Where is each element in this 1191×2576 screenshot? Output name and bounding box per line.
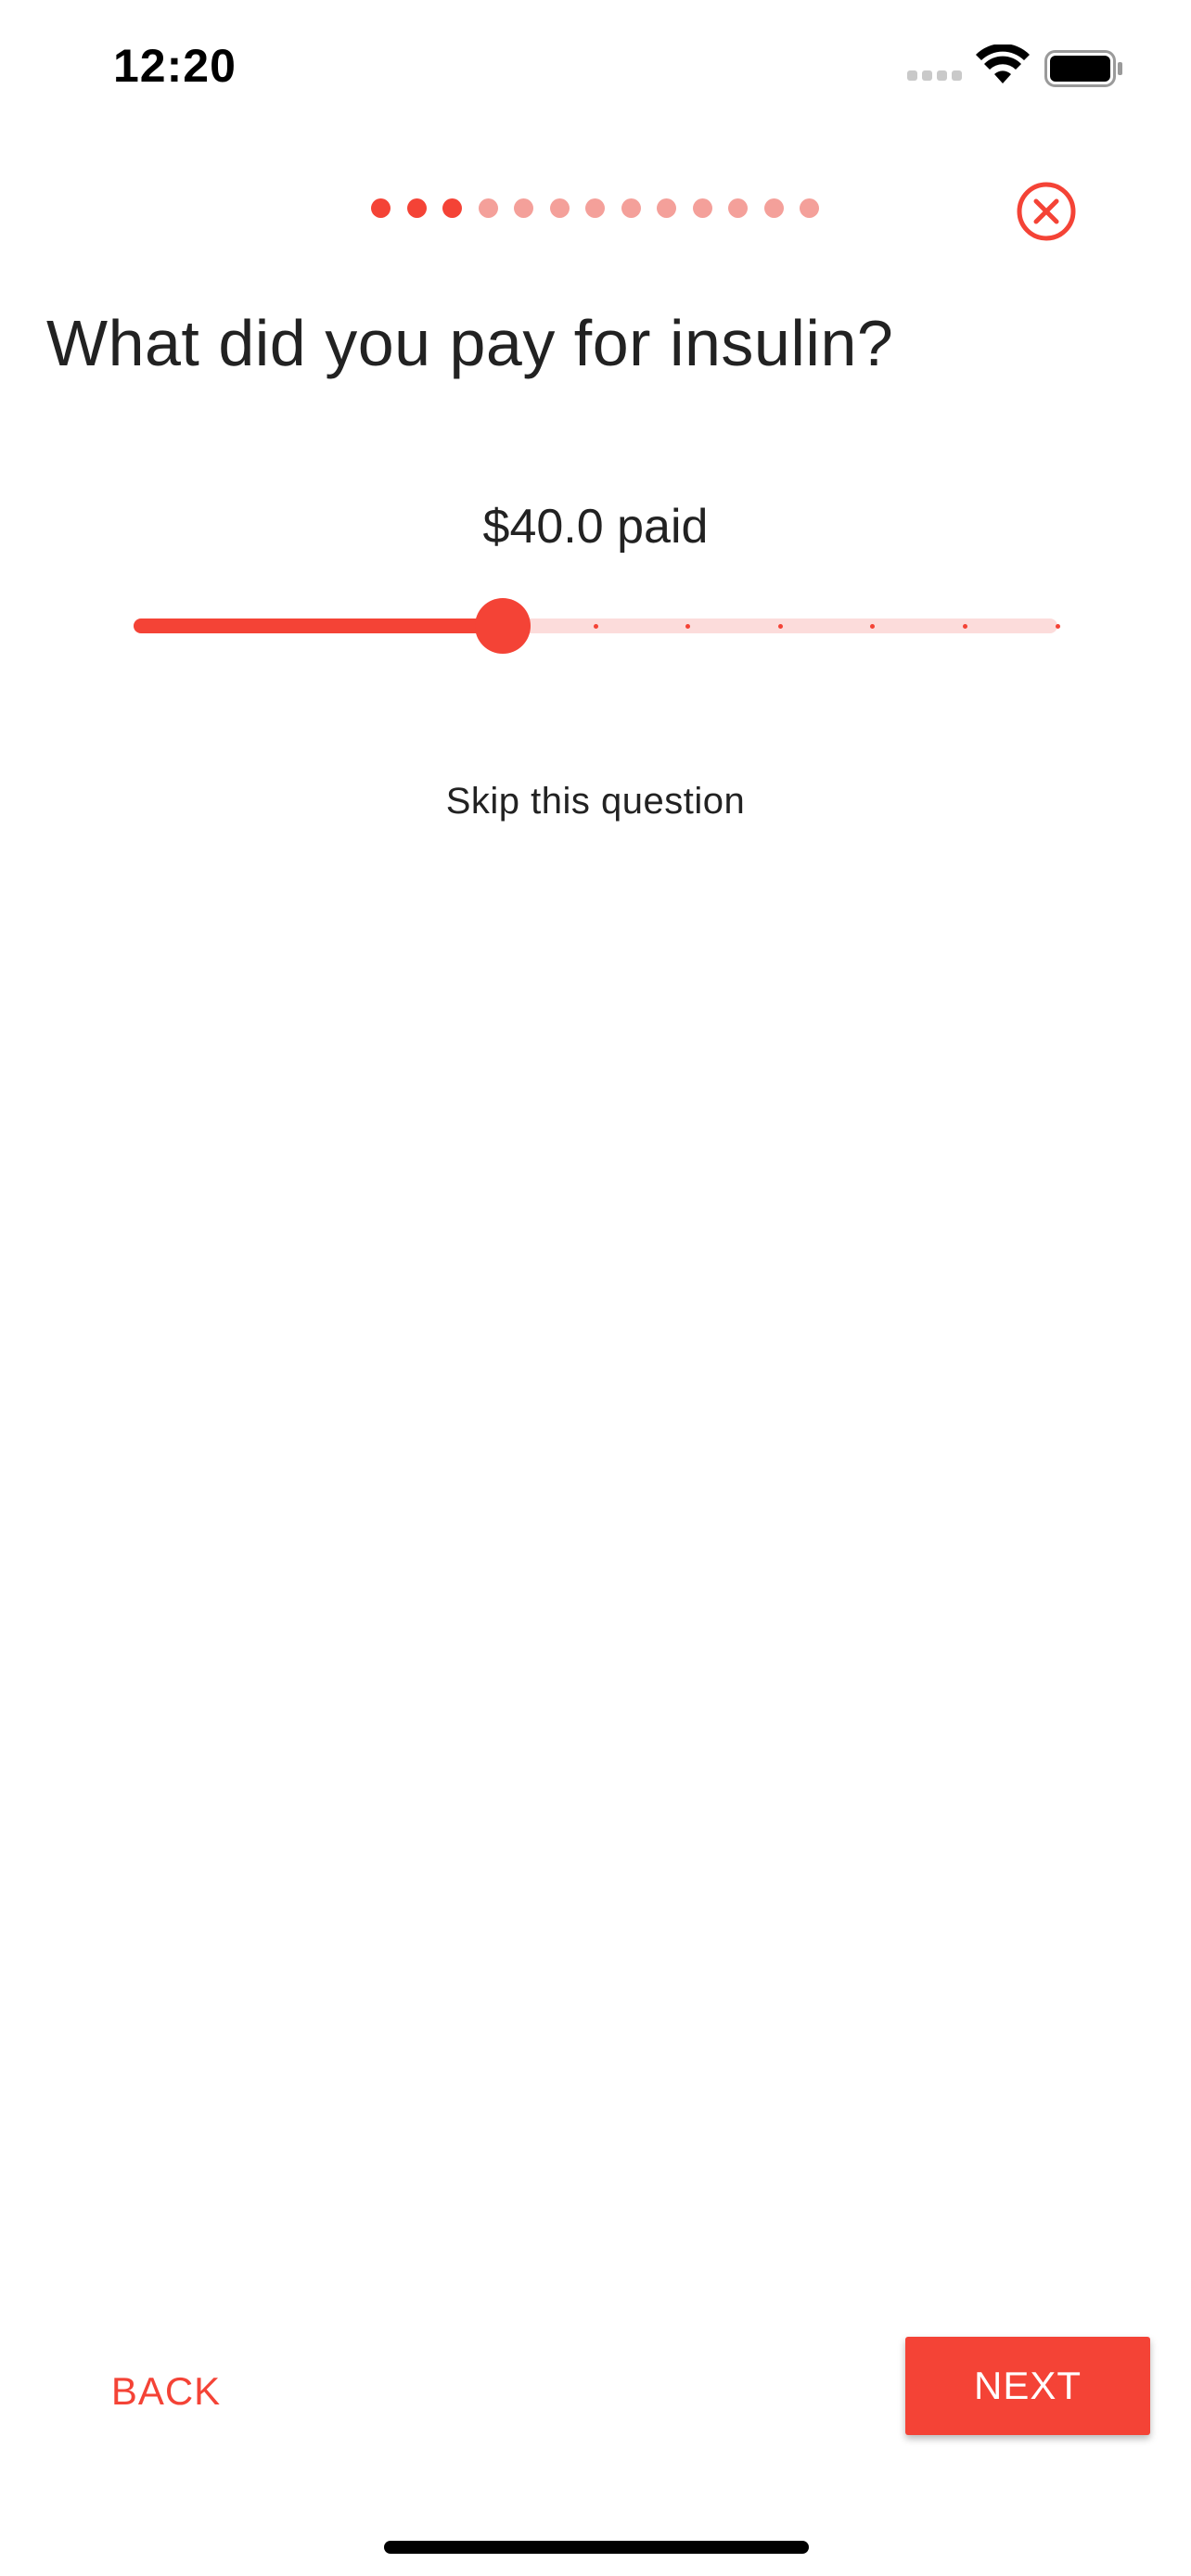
progress-dot	[371, 198, 391, 218]
progress-dot	[442, 198, 462, 218]
progress-dot	[585, 198, 605, 218]
question-title: What did you pay for insulin?	[46, 307, 894, 379]
progress-dot	[692, 198, 712, 218]
progress-dot	[763, 198, 784, 218]
slider-tick	[593, 624, 598, 629]
cellular-signal-icon	[907, 70, 962, 81]
progress-dot	[728, 198, 748, 218]
slider-value-label: $40.0 paid	[482, 500, 709, 554]
skip-question-link[interactable]: Skip this question	[0, 781, 1191, 823]
progress-dot	[621, 198, 641, 218]
progress-dot	[514, 198, 533, 218]
status-time: 12:20	[113, 40, 237, 92]
battery-icon	[1044, 50, 1122, 87]
progress-dot	[549, 198, 570, 218]
progress-dot	[406, 198, 427, 218]
slider-tick	[962, 624, 967, 629]
slider-tick	[1055, 624, 1060, 629]
close-icon[interactable]	[1015, 180, 1078, 243]
back-button[interactable]: BACK	[96, 2350, 236, 2433]
progress-dot	[657, 198, 676, 218]
slider-thumb[interactable]	[475, 598, 531, 654]
status-bar: 12:20	[0, 0, 1191, 139]
home-indicator	[384, 2541, 809, 2554]
progress-indicator	[371, 198, 819, 218]
slider-active-track	[134, 618, 504, 633]
progress-dot	[478, 198, 498, 218]
next-button[interactable]: NEXT	[905, 2337, 1150, 2435]
amount-slider[interactable]	[134, 593, 1060, 658]
progress-dot	[800, 198, 819, 218]
wifi-icon	[976, 45, 1030, 83]
slider-tick	[777, 624, 783, 629]
